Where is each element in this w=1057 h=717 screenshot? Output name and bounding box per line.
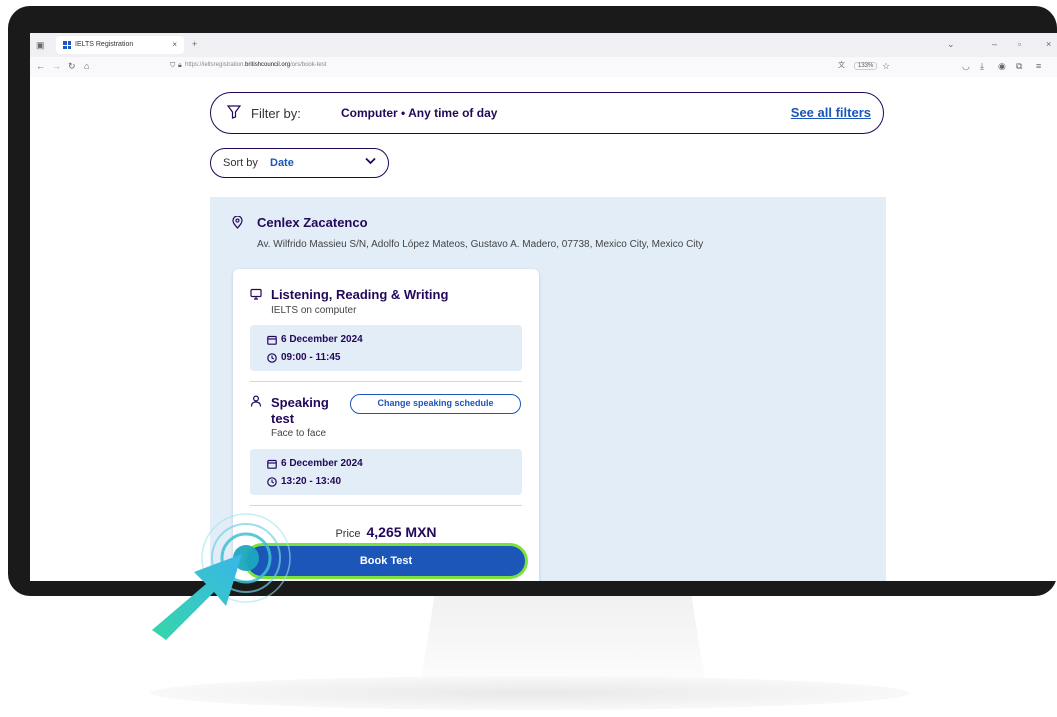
computer-icon xyxy=(250,288,262,300)
menu-icon[interactable]: ≡ xyxy=(1036,62,1041,71)
centre-address: Av. Wilfrido Massieu S/N, Adolfo López M… xyxy=(257,239,704,250)
card-divider xyxy=(250,505,522,506)
filter-value: Computer • Any time of day xyxy=(341,106,498,120)
speaking-test-title-line1: Speaking xyxy=(271,395,329,410)
new-tab-button[interactable]: + xyxy=(192,40,197,49)
screen: ▣ IELTS Registration × + ⌄ – ▫ × ← → ↻ ⌂… xyxy=(30,33,1057,581)
location-pin-icon xyxy=(232,216,243,229)
bookmark-star-icon[interactable]: ☆ xyxy=(882,62,890,71)
tab-close-icon[interactable]: × xyxy=(172,40,177,49)
test-centre-panel: Cenlex Zacatenco Av. Wilfrido Massieu S/… xyxy=(210,197,886,581)
filter-bar[interactable]: Filter by: Computer • Any time of day Se… xyxy=(210,92,884,134)
change-speaking-schedule-button[interactable]: Change speaking schedule xyxy=(350,394,521,414)
speaking-test-subtitle: Face to face xyxy=(271,428,327,439)
see-all-filters-link[interactable]: See all filters xyxy=(791,105,871,120)
sort-value: Date xyxy=(270,157,294,169)
maximize-button[interactable]: ▫ xyxy=(1018,40,1021,49)
zoom-level[interactable]: 133% xyxy=(854,62,878,70)
browser-tab[interactable]: IELTS Registration × xyxy=(56,36,184,54)
extensions-icon[interactable]: ⧉ xyxy=(1016,62,1022,71)
written-time: 09:00 - 11:45 xyxy=(281,352,341,363)
speaking-test-schedule: 6 December 2024 13:20 - 13:40 xyxy=(250,449,522,495)
shield-icon[interactable]: ⛉ xyxy=(170,62,175,69)
forward-icon[interactable]: → xyxy=(52,62,61,71)
tab-list-chevron-icon[interactable]: ⌄ xyxy=(947,40,955,49)
card-divider xyxy=(250,381,522,382)
chevron-down-icon xyxy=(365,157,376,165)
account-icon[interactable]: ◉ xyxy=(998,62,1006,71)
navigation-bar: ← → ↻ ⌂ ⛉ 🔒︎ https://ieltsregistration.b… xyxy=(30,57,1057,78)
british-council-favicon-icon xyxy=(63,41,71,49)
written-test-subtitle: IELTS on computer xyxy=(271,305,357,316)
monitor-stand-base xyxy=(150,676,910,710)
speaking-test-title-line2: test xyxy=(271,411,295,426)
person-icon xyxy=(250,395,262,407)
downloads-icon[interactable]: ⤓ xyxy=(980,62,984,71)
calendar-icon xyxy=(267,335,277,345)
calendar-icon xyxy=(267,459,277,469)
tab-bar: ▣ IELTS Registration × + ⌄ – ▫ × xyxy=(30,33,1057,57)
back-icon[interactable]: ← xyxy=(36,62,45,71)
home-icon[interactable]: ⌂ xyxy=(84,62,89,71)
sort-dropdown[interactable]: Sort by Date xyxy=(210,148,389,178)
written-test-schedule: 6 December 2024 09:00 - 11:45 xyxy=(250,325,522,371)
price-value: 4,265 MXN xyxy=(366,524,437,540)
filter-label: Filter by: xyxy=(251,106,301,121)
written-test-title: Listening, Reading & Writing xyxy=(271,287,449,302)
pocket-icon[interactable]: ◡ xyxy=(962,62,970,71)
reload-icon[interactable]: ↻ xyxy=(68,62,76,71)
lock-icon[interactable]: 🔒︎ xyxy=(178,62,182,69)
speaking-date: 6 December 2024 xyxy=(281,458,363,469)
window-close-button[interactable]: × xyxy=(1046,40,1051,49)
mouse-pointer-icon xyxy=(152,554,242,640)
clock-icon xyxy=(267,353,277,363)
centre-name: Cenlex Zacatenco xyxy=(257,215,368,230)
sort-label: Sort by xyxy=(223,157,258,169)
monitor-frame: ▣ IELTS Registration × + ⌄ – ▫ × ← → ↻ ⌂… xyxy=(8,6,1057,596)
minimize-button[interactable]: – xyxy=(992,40,997,49)
address-bar[interactable]: https://ieltsregistration.britishcouncil… xyxy=(185,62,326,68)
price-label: Price xyxy=(335,528,361,540)
written-date: 6 December 2024 xyxy=(281,334,363,345)
tab-title: IELTS Registration xyxy=(75,41,134,48)
clock-icon xyxy=(267,477,277,487)
speaking-time: 13:20 - 13:40 xyxy=(281,476,342,487)
page-content: Filter by: Computer • Any time of day Se… xyxy=(30,77,1057,581)
filter-icon xyxy=(227,105,241,119)
translate-icon[interactable]: 文 xyxy=(838,62,845,69)
tab-overview-icon[interactable]: ▣ xyxy=(36,41,45,50)
